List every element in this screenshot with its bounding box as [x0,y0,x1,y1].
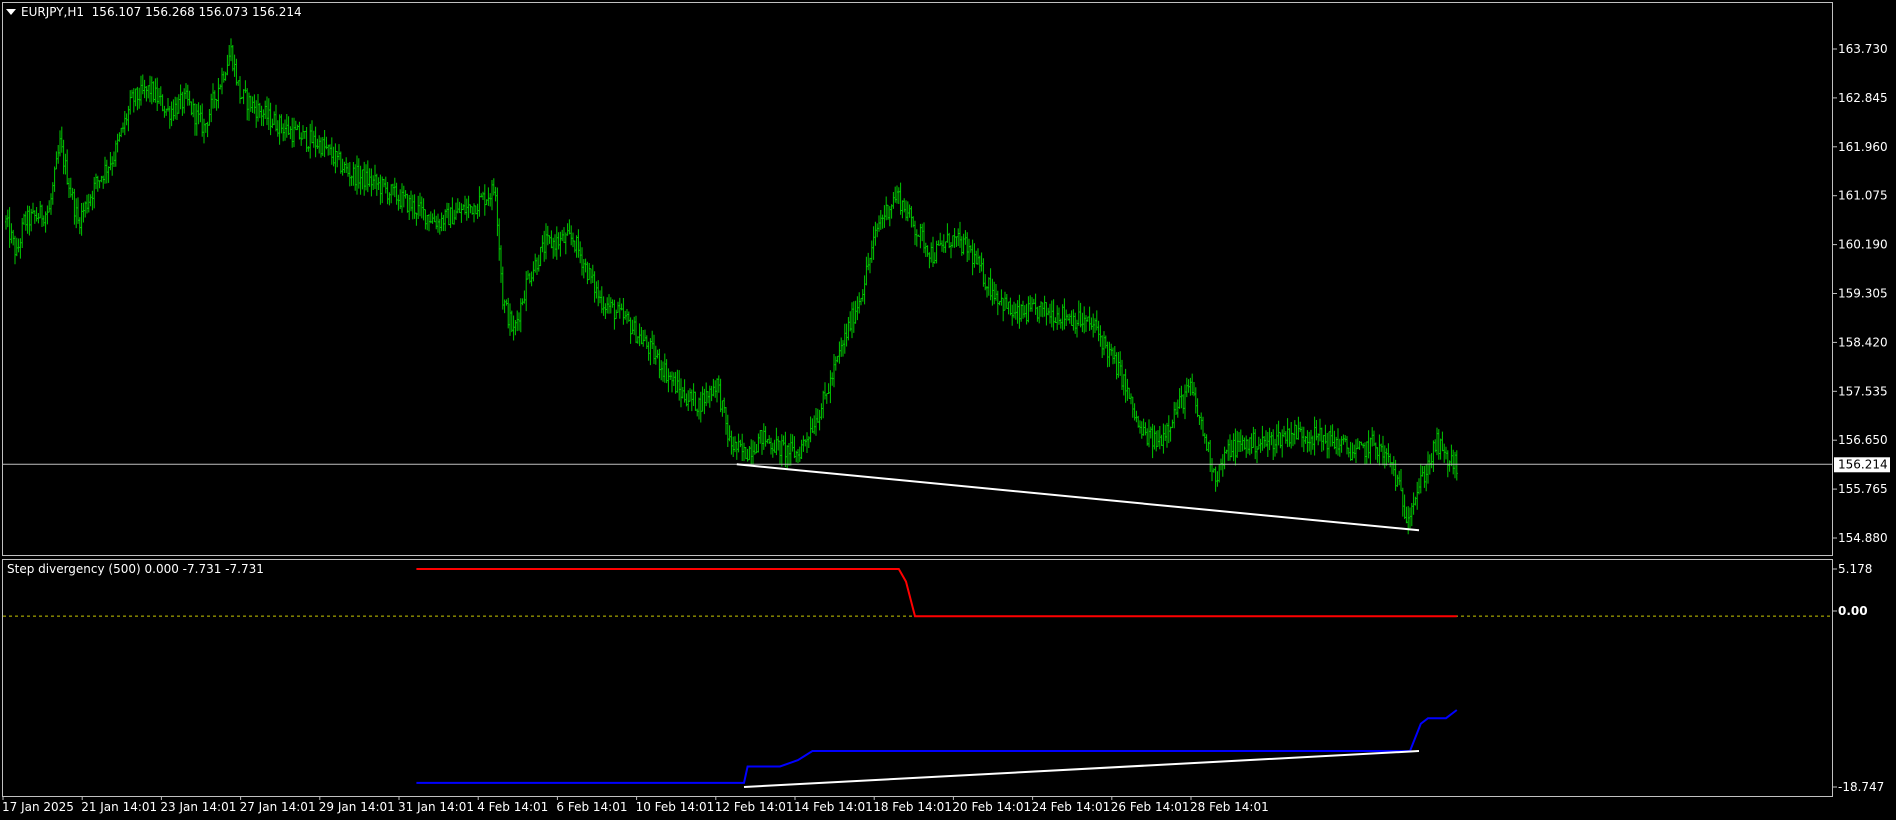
price-divergence-line [736,463,1420,532]
time-axis: 17 Jan 2025 21 Jan 14:01 23 Jan 14:01 27 Ja… [2,796,1269,814]
time-axis-label: 20 Feb 14:01 [952,800,1031,814]
price-bars [5,38,1458,535]
time-axis-label: 18 Feb 14:01 [873,800,952,814]
main-chart-frame [2,2,1833,556]
time-axis-label: 24 Feb 14:01 [1032,800,1111,814]
indicator-axis: 5.178 0.00 -18.747 [1832,562,1884,794]
indicator-title: Step divergency (500) 0.000 -7.731 -7.73… [7,562,264,576]
price-axis-label: 155.765 [1838,482,1888,496]
price-axis-label: 159.305 [1838,287,1888,301]
indicator-frame [2,559,1833,797]
indicator-red-line [416,568,1457,618]
chart-canvas[interactable]: 163.730 162.845 161.960 161.075 160.190 159.3… [0,0,1896,820]
chart-header[interactable]: EURJPY,H1 156.107 156.268 156.073 156.21… [6,5,302,19]
collapse-triangle-icon[interactable] [6,9,16,15]
price-axis-label: 158.420 [1838,335,1888,349]
current-price-tag: 156.214 [1834,457,1890,473]
svg-text:156.214: 156.214 [1838,457,1888,471]
time-axis-label: 14 Feb 14:01 [794,800,873,814]
time-axis-label: 27 Jan 14:01 [240,800,316,814]
indicator-blue-line [416,709,1458,784]
time-axis-label: 10 Feb 14:01 [636,800,715,814]
price-axis-label: 163.730 [1838,42,1888,56]
time-axis-label: 28 Feb 14:01 [1190,800,1269,814]
price-axis-label: 161.075 [1838,189,1888,203]
indicator-axis-zero: 0.00 [1838,604,1868,618]
time-axis-label: 6 Feb 14:01 [556,800,627,814]
indicator-axis-top: 5.178 [1838,562,1872,576]
price-axis-label: 160.190 [1838,238,1888,252]
price-bar-path [5,38,1458,535]
symbol-label: EURJPY,H1 [21,5,85,19]
price-axis-label: 154.880 [1838,531,1888,545]
time-axis-label: 21 Jan 14:01 [81,800,157,814]
time-axis-label: 17 Jan 2025 [2,800,74,814]
time-axis-label: 12 Feb 14:01 [715,800,794,814]
price-axis-label: 156.650 [1838,433,1888,447]
time-axis-label: 31 Jan 14:01 [398,800,474,814]
indicator-axis-bottom: -18.747 [1838,780,1884,794]
price-axis-label: 157.535 [1838,384,1888,398]
price-axis-label: 161.960 [1838,140,1888,154]
time-axis-label: 29 Jan 14:01 [319,800,395,814]
price-axis-label: 162.845 [1838,91,1888,105]
time-axis-label: 4 Feb 14:01 [477,800,548,814]
time-axis-label: 26 Feb 14:01 [1111,800,1190,814]
ohlc-values: 156.107 156.268 156.073 156.214 [91,5,302,19]
indicator-divergence-line [743,750,1420,788]
time-axis-label: 23 Jan 14:01 [160,800,236,814]
